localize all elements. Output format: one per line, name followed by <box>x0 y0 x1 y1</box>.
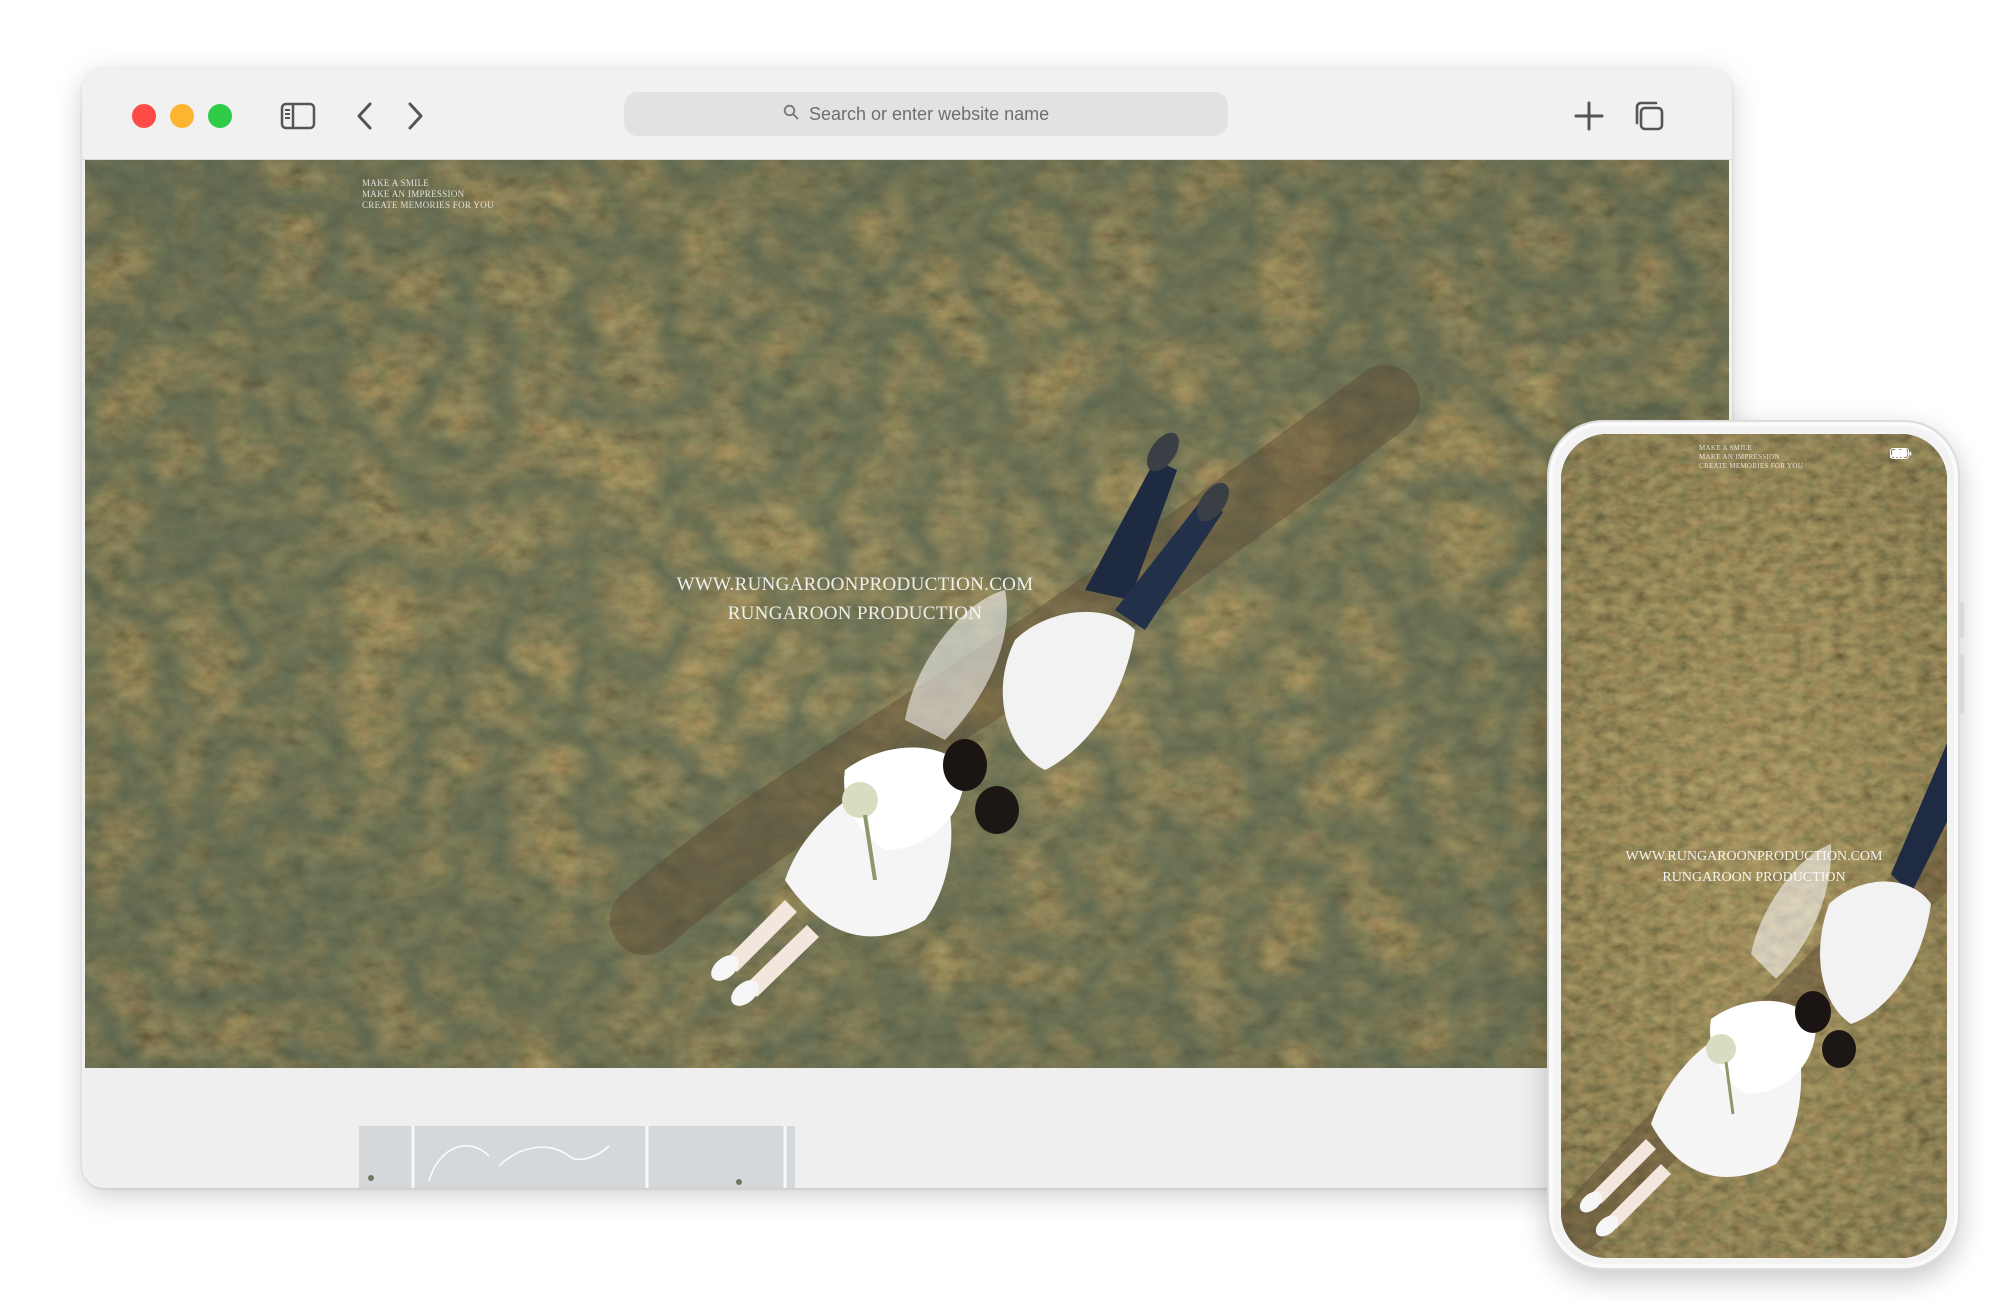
hero-watermark: WWW.RUNGAROONPRODUCTION.COM RUNGAROON PR… <box>625 570 1085 628</box>
phone-screen: MAKE A SMILE MAKE AN IMPRESSION CREATE M… <box>1561 434 1947 1258</box>
tabs-overview-icon[interactable] <box>1630 96 1668 136</box>
tagline-line: MAKE A SMILE <box>1699 444 1752 452</box>
tagline-line: MAKE AN IMPRESSION <box>1699 453 1780 461</box>
website-url-text: WWW.RUNGAROONPRODUCTION.COM <box>1625 849 1883 864</box>
phone-hero-watermark: WWW.RUNGAROONPRODUCTION.COM RUNGAROON PR… <box>1561 846 1947 888</box>
phone-tagline: MAKE A SMILE MAKE AN IMPRESSION CREATE M… <box>1699 444 1803 471</box>
tagline-line: CREATE MEMORIES FOR YOU <box>362 200 494 210</box>
browser-window: MAKE A SMILE MAKE AN IMPRESSION CREATE M… <box>82 68 1732 1188</box>
tagline-line: CREATE MEMORIES FOR YOU <box>1699 462 1804 470</box>
phone-power-button <box>1959 654 1964 714</box>
phone-status-bar: 5G <box>1889 448 1913 459</box>
address-input[interactable] <box>809 103 1069 125</box>
plus-icon[interactable] <box>1570 96 1608 136</box>
brand-name-text: RUNGAROON PRODUCTION <box>1662 870 1846 885</box>
chevron-right-icon[interactable] <box>398 96 432 136</box>
browser-toolbar <box>82 68 1732 160</box>
address-bar[interactable] <box>624 92 1228 136</box>
phone-mockup: MAKE A SMILE MAKE AN IMPRESSION CREATE M… <box>1547 420 1964 1270</box>
brand-name-text: RUNGAROON PRODUCTION <box>727 603 983 624</box>
hero-tagline: MAKE A SMILE MAKE AN IMPRESSION CREATE M… <box>362 178 494 211</box>
web-page-viewport: MAKE A SMILE MAKE AN IMPRESSION CREATE M… <box>85 160 1729 1188</box>
next-section-image <box>359 1126 795 1188</box>
phone-side-button <box>1959 602 1964 638</box>
minimize-window-button[interactable] <box>170 104 194 128</box>
tagline-line: MAKE A SMILE <box>362 178 430 188</box>
search-icon <box>783 104 799 125</box>
hero-photo: MAKE A SMILE MAKE AN IMPRESSION CREATE M… <box>85 160 1729 1068</box>
zoom-window-button[interactable] <box>208 104 232 128</box>
sidebar-icon[interactable] <box>278 96 318 136</box>
tagline-line: MAKE AN IMPRESSION <box>362 189 465 199</box>
website-url-text: WWW.RUNGAROONPRODUCTION.COM <box>676 574 1034 595</box>
chevron-left-icon[interactable] <box>348 96 382 136</box>
close-window-button[interactable] <box>132 104 156 128</box>
